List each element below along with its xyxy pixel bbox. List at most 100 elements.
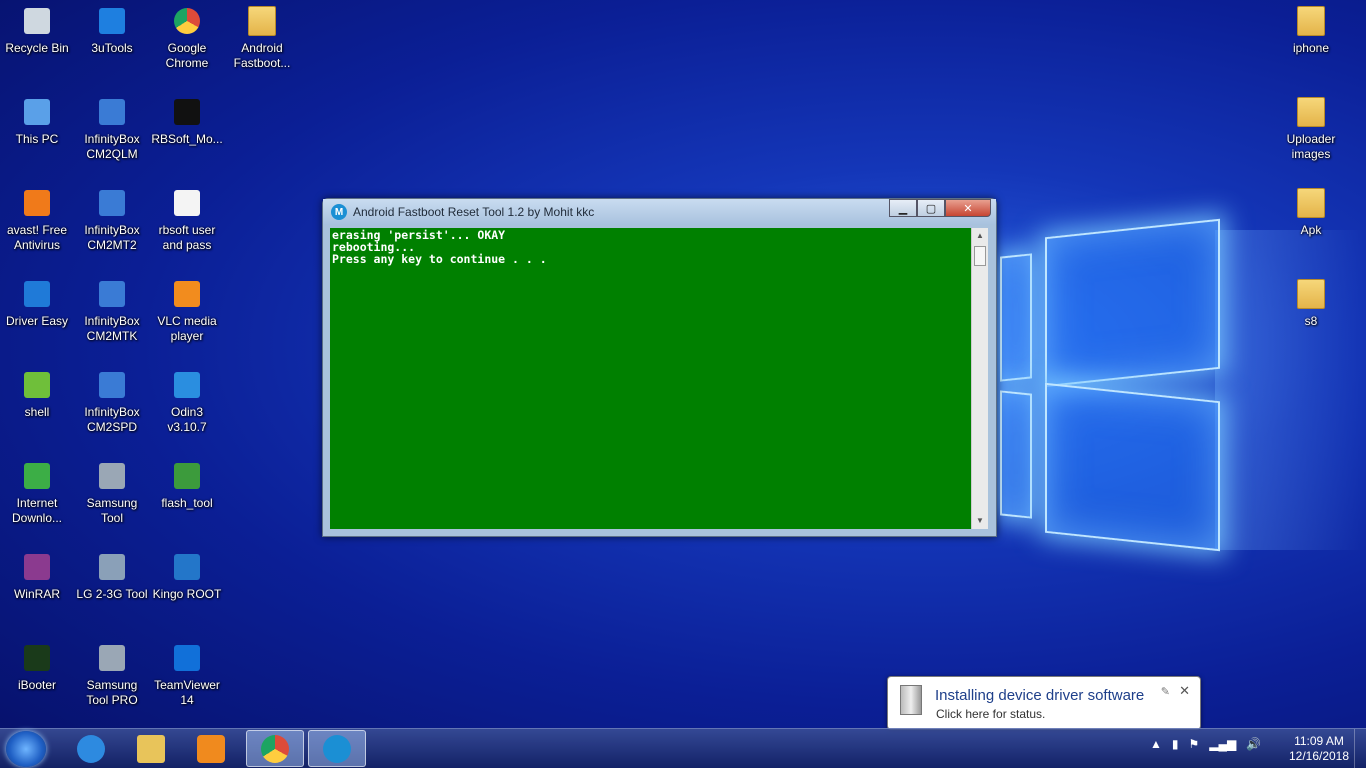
taskbar-google-chrome[interactable] xyxy=(246,730,304,767)
icon-label: Internet Downlo... xyxy=(11,496,63,525)
desktop-icon-14[interactable]: InfinityBox CM2SPD xyxy=(76,368,148,435)
show-desktop-button[interactable] xyxy=(1354,729,1366,768)
icon-label: InfinityBox CM2MT2 xyxy=(84,223,140,252)
desktop-icon-8[interactable]: InfinityBox CM2MT2 xyxy=(76,186,148,253)
desktop-icon-3[interactable]: Android Fastboot... xyxy=(226,4,298,71)
taskbar-file-explorer[interactable] xyxy=(122,730,180,767)
desktop-icon-12[interactable]: VLC media player xyxy=(151,277,223,344)
desktop-icon-0[interactable]: Recycle Bin xyxy=(1,4,73,56)
scroll-thumb[interactable] xyxy=(974,246,986,266)
desktop-icon-24[interactable]: TeamViewer 14 xyxy=(151,641,223,708)
desktop-icon-21[interactable]: Kingo ROOT xyxy=(151,550,223,602)
volume-icon[interactable]: 🔊 xyxy=(1246,737,1261,751)
desktop-icon-13[interactable]: shell xyxy=(1,368,73,420)
folder-icon xyxy=(245,4,279,38)
desktop-icon-1[interactable]: 3uTools xyxy=(76,4,148,56)
system-tray: ▲ ▮ ⚑ ▂▄▆ 🔊 xyxy=(1150,737,1261,751)
desktop-icon-22[interactable]: iBooter xyxy=(1,641,73,693)
recycle-bin-icon xyxy=(20,4,54,38)
desktop-icon-right-2[interactable]: Apk xyxy=(1275,186,1347,238)
taskbar-motorola-app[interactable] xyxy=(308,730,366,767)
console-line: Press any key to continue . . . xyxy=(332,252,547,266)
clock[interactable]: 11:09 AM 12/16/2018 xyxy=(1283,734,1355,764)
minimize-button[interactable]: ▁ xyxy=(889,199,917,217)
desktop-icon-4[interactable]: This PC xyxy=(1,95,73,147)
close-button[interactable]: ✕ xyxy=(945,199,991,217)
icon-label: RBSoft_Mo... xyxy=(151,132,223,146)
desktop-icon-2[interactable]: Google Chrome xyxy=(151,4,223,71)
icon-label: shell xyxy=(24,405,50,419)
chrome-icon xyxy=(170,4,204,38)
driver-easy-icon xyxy=(20,277,54,311)
windows-logo-wallpaper xyxy=(995,218,1235,552)
desktop-icon-5[interactable]: InfinityBox CM2QLM xyxy=(76,95,148,162)
icon-label: Apk xyxy=(1300,223,1322,237)
desktop-icon-6[interactable]: RBSoft_Mo... xyxy=(151,95,223,147)
icon-label: LG 2-3G Tool xyxy=(76,587,148,601)
action-center-flag-icon[interactable]: ⚑ xyxy=(1189,737,1200,751)
internet-explorer-icon xyxy=(77,734,105,763)
avast-icon xyxy=(20,186,54,220)
vertical-scrollbar[interactable]: ▲ ▼ xyxy=(971,228,988,529)
icon-label: iBooter xyxy=(17,678,57,692)
icon-label: Odin3 v3.10.7 xyxy=(167,405,207,434)
desktop-icon-15[interactable]: Odin3 v3.10.7 xyxy=(151,368,223,435)
vlc-icon xyxy=(170,277,204,311)
clock-date: 12/16/2018 xyxy=(1288,749,1350,763)
desktop-icon-right-1[interactable]: Uploader images xyxy=(1275,95,1347,162)
desktop-icon-18[interactable]: flash_tool xyxy=(151,459,223,511)
desktop-icon-right-0[interactable]: iphone xyxy=(1275,4,1347,56)
folder-icon xyxy=(137,734,165,763)
taskbar-internet-explorer[interactable] xyxy=(62,730,120,767)
icon-label: InfinityBox CM2SPD xyxy=(84,405,140,434)
device-icon[interactable]: ▮ xyxy=(1172,737,1179,751)
idm-icon xyxy=(20,459,54,493)
winrar-icon xyxy=(20,550,54,584)
icon-label: 3uTools xyxy=(91,41,133,55)
icon-label: Uploader images xyxy=(1286,132,1336,161)
folder-icon xyxy=(1294,4,1328,38)
network-signal-icon[interactable]: ▂▄▆ xyxy=(1209,737,1236,751)
icon-label: Google Chrome xyxy=(165,41,209,70)
taskbar: ▲ ▮ ⚑ ▂▄▆ 🔊 11:09 AM 12/16/2018 xyxy=(0,728,1366,768)
desktop-icon-right-3[interactable]: s8 xyxy=(1275,277,1347,329)
desktop-icon-19[interactable]: WinRAR xyxy=(1,550,73,602)
infinitybox-mtk-icon xyxy=(95,186,129,220)
scroll-up-arrow-icon[interactable]: ▲ xyxy=(972,228,988,244)
maximize-button[interactable]: ▢ xyxy=(917,199,945,217)
show-hidden-icons-icon[interactable]: ▲ xyxy=(1150,737,1162,751)
driver-install-notification[interactable]: Installing device driver software Click … xyxy=(887,676,1201,730)
desktop-icon-10[interactable]: Driver Easy xyxy=(1,277,73,329)
start-button[interactable] xyxy=(6,731,46,767)
desktop-icon-9[interactable]: rbsoft user and pass xyxy=(151,186,223,253)
3utools-icon xyxy=(95,4,129,38)
icon-label: WinRAR xyxy=(13,587,60,601)
pin-icon[interactable]: ✎ xyxy=(1161,685,1170,698)
notification-title: Installing device driver software xyxy=(935,687,1145,704)
kingo-root-icon xyxy=(170,550,204,584)
icon-label: TeamViewer 14 xyxy=(154,678,220,707)
icon-label: This PC xyxy=(15,132,59,146)
ibooter-icon xyxy=(20,641,54,675)
desktop-icon-11[interactable]: InfinityBox CM2MTK xyxy=(76,277,148,344)
desktop-icon-20[interactable]: LG 2-3G Tool xyxy=(76,550,148,602)
media-player-icon xyxy=(197,734,225,763)
desktop-icon-23[interactable]: Samsung Tool PRO xyxy=(76,641,148,708)
icon-label: iphone xyxy=(1292,41,1330,55)
console-output[interactable]: erasing 'persist'... OKAY rebooting... P… xyxy=(330,228,971,529)
console-window[interactable]: M Android Fastboot Reset Tool 1.2 by Moh… xyxy=(322,198,997,537)
close-icon[interactable]: ✕ xyxy=(1179,683,1190,699)
folder-icon xyxy=(1294,277,1328,311)
desktop-icon-17[interactable]: Samsung Tool xyxy=(76,459,148,526)
desktop-icon-7[interactable]: avast! Free Antivirus xyxy=(1,186,73,253)
taskbar-media-player[interactable] xyxy=(182,730,240,767)
window-titlebar[interactable]: M Android Fastboot Reset Tool 1.2 by Moh… xyxy=(323,199,996,225)
icon-label: InfinityBox CM2MTK xyxy=(84,314,140,343)
lg-tool-icon xyxy=(95,550,129,584)
motorola-icon xyxy=(323,734,351,763)
folder-icon xyxy=(1294,95,1328,129)
scroll-down-arrow-icon[interactable]: ▼ xyxy=(972,513,988,529)
text-file-icon xyxy=(170,186,204,220)
desktop-icon-16[interactable]: Internet Downlo... xyxy=(1,459,73,526)
icon-label: Android Fastboot... xyxy=(233,41,291,70)
